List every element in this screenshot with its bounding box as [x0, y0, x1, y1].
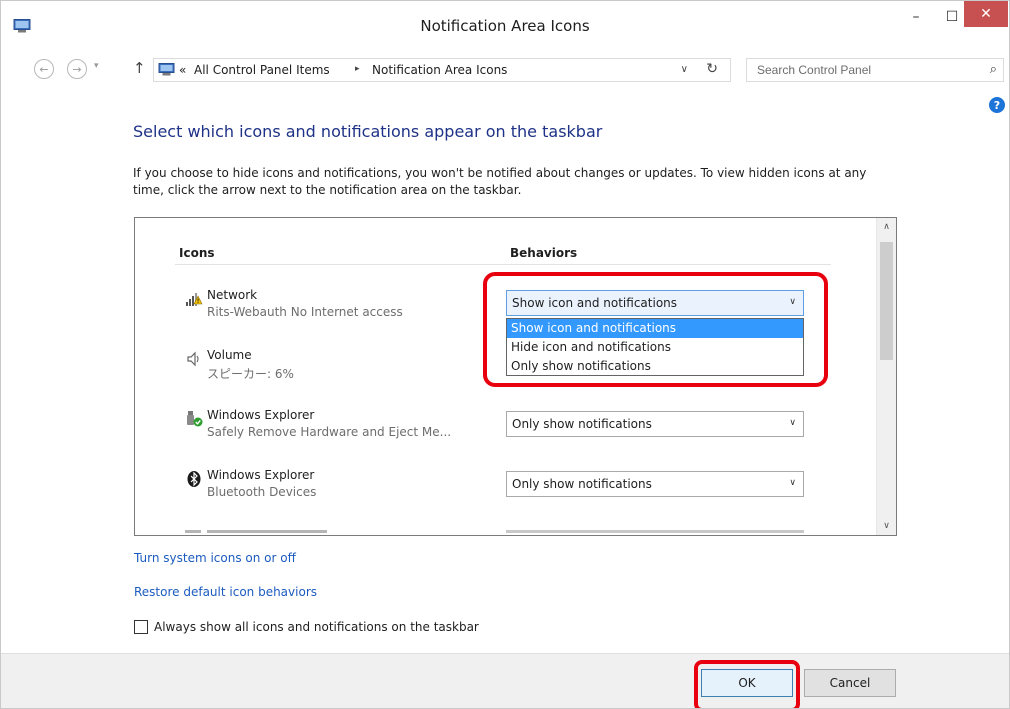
chevron-down-icon: ∨ [789, 418, 796, 428]
row-subtitle: Safely Remove Hardware and Eject Me... [207, 425, 452, 439]
search-icon[interactable]: ⌕ [990, 62, 997, 77]
column-header-behaviors: Behaviors [510, 246, 578, 260]
minimize-button[interactable]: – [898, 1, 934, 33]
up-button[interactable]: ↑ [133, 59, 146, 77]
bluetooth-behavior-select[interactable]: Only show notifications ∨ [506, 471, 804, 497]
scroll-up-icon[interactable]: ∧ [877, 218, 896, 236]
restore-default-behaviors-link[interactable]: Restore default icon behaviors [134, 585, 317, 599]
notification-area-icons-window: Notification Area Icons – ☐ ✕ ← → ▾ ↑ « … [0, 0, 1010, 709]
search-input[interactable] [747, 59, 967, 81]
row-name: Windows Explorer [207, 408, 315, 422]
title-bar: Notification Area Icons – ☐ ✕ [1, 1, 1009, 51]
back-button[interactable]: ← [34, 59, 54, 79]
row-subtitle: Rits-Webauth No Internet access [207, 305, 403, 319]
help-icon[interactable]: ? [989, 97, 1005, 113]
network-warning-icon [186, 293, 203, 306]
page-description: If you choose to hide icons and notifica… [133, 166, 867, 197]
breadcrumb-separator-icon[interactable]: ▸ [355, 64, 360, 74]
speaker-icon [187, 351, 199, 367]
recent-locations-chevron-icon[interactable]: ▾ [94, 61, 99, 71]
breadcrumb-notification-area-icons[interactable]: Notification Area Icons [372, 63, 507, 77]
row-subtitle: スピーカー: 6% [207, 367, 294, 381]
list-scrollbar[interactable]: ∧ ∨ [876, 218, 896, 535]
address-dropdown-icon[interactable]: ∨ [681, 64, 688, 75]
always-show-label[interactable]: Always show all icons and notifications … [154, 620, 479, 634]
row-name: Network [207, 288, 258, 302]
refresh-icon[interactable]: ↻ [706, 61, 718, 77]
dropdown-highlight-annotation [483, 272, 828, 387]
cancel-button[interactable]: Cancel [804, 669, 896, 697]
breadcrumb-all-control-panel-items[interactable]: All Control Panel Items [194, 63, 330, 77]
page-heading: Select which icons and notifications app… [133, 122, 603, 141]
column-header-icons: Icons [179, 246, 215, 260]
header-divider [175, 264, 831, 265]
scroll-down-icon[interactable]: ∨ [877, 517, 896, 535]
selected-value: Only show notifications [512, 417, 652, 431]
usb-safe-remove-icon [187, 411, 203, 427]
search-box[interactable]: ⌕ [746, 58, 1004, 82]
control-panel-icon [158, 63, 175, 76]
partially-visible-row [185, 530, 804, 535]
ok-highlight-annotation [694, 660, 800, 708]
forward-button[interactable]: → [67, 59, 87, 79]
always-show-checkbox[interactable] [134, 620, 148, 634]
breadcrumb-overflow-icon[interactable]: « [179, 63, 186, 77]
navigation-bar: ← → ▾ ↑ « All Control Panel Items ▸ Noti… [1, 53, 1009, 87]
row-name: Windows Explorer [207, 468, 315, 482]
window-title: Notification Area Icons [420, 17, 590, 35]
safely-remove-behavior-select[interactable]: Only show notifications ∨ [506, 411, 804, 437]
bluetooth-icon [187, 471, 201, 487]
turn-system-icons-link[interactable]: Turn system icons on or off [134, 551, 296, 565]
address-bar[interactable]: « All Control Panel Items ▸ Notification… [153, 58, 731, 82]
row-subtitle: Bluetooth Devices [207, 485, 317, 499]
selected-value: Only show notifications [512, 477, 652, 491]
chevron-down-icon: ∨ [789, 478, 796, 488]
scroll-thumb[interactable] [880, 242, 893, 360]
row-name: Volume [207, 348, 252, 362]
close-button[interactable]: ✕ [964, 1, 1008, 27]
